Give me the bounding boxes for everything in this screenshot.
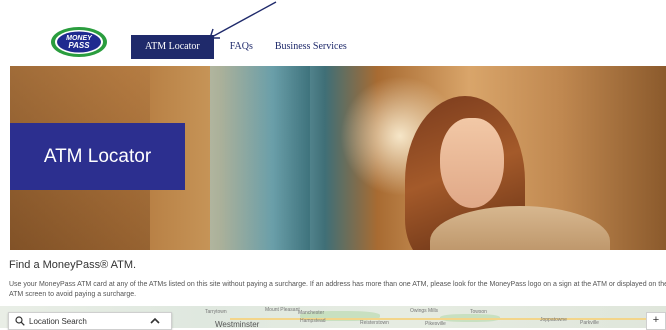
main-nav: ATM Locator FAQs Business Services bbox=[131, 35, 365, 59]
logo-text-pass: PASS bbox=[68, 41, 90, 50]
chevron-up-icon[interactable] bbox=[149, 316, 161, 326]
page-description: Use your MoneyPass ATM card at any of th… bbox=[9, 281, 666, 298]
map-place-label: Westminster bbox=[215, 320, 260, 328]
nav-atm-locator[interactable]: ATM Locator bbox=[131, 35, 214, 59]
search-icon bbox=[15, 316, 25, 326]
map-place-label: Manchester bbox=[298, 310, 325, 316]
map-place-label: Parkville bbox=[580, 320, 599, 326]
map-place-label: Towson bbox=[470, 309, 487, 315]
nav-business-services[interactable]: Business Services bbox=[271, 35, 351, 59]
site-header: MONEY PASS ATM Locator FAQs Business Ser… bbox=[0, 0, 666, 66]
hero-title-box: ATM Locator bbox=[10, 123, 185, 190]
moneypass-logo[interactable]: MONEY PASS bbox=[50, 26, 108, 58]
map-zoom-in-button[interactable]: + bbox=[646, 312, 666, 330]
page-subtitle: Find a MoneyPass® ATM. bbox=[9, 259, 137, 271]
map-place-label: Owings Mills bbox=[410, 308, 439, 314]
nav-faqs[interactable]: FAQs bbox=[226, 35, 257, 59]
map-place-label: Pikesville bbox=[425, 321, 446, 327]
location-search-bar[interactable]: Location Search bbox=[8, 312, 172, 330]
map-place-label: Mount Pleasant bbox=[265, 307, 300, 313]
map-place-label: Tarrytown bbox=[205, 309, 227, 315]
hero-photo-woman-face bbox=[440, 118, 504, 208]
hero-banner: ATM Locator bbox=[10, 66, 666, 250]
map-place-label: Joppatowne bbox=[540, 317, 567, 323]
hero-title: ATM Locator bbox=[43, 145, 152, 167]
location-search-label: Location Search bbox=[29, 316, 87, 326]
map-place-label: Reisterstown bbox=[360, 320, 389, 326]
map-place-label: Hampstead bbox=[300, 318, 326, 324]
hero-bg-atm-screen bbox=[210, 66, 310, 250]
